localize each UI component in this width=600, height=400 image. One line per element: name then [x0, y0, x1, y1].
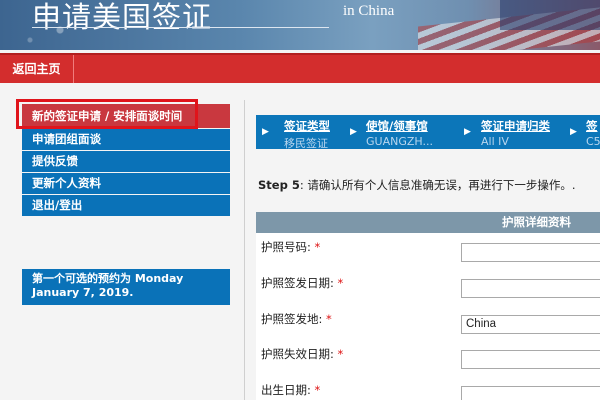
page-title: 申请美国签证: [32, 0, 213, 34]
sidebar-item-new-application[interactable]: 新的签证申请 / 安排面谈时间: [22, 104, 230, 128]
passport-form: 护照号码: * 护照签发日期: * 护照签发地: * China 护照失效日期:…: [256, 233, 600, 400]
form-row-issue-place: 护照签发地: * China: [256, 305, 600, 341]
chevron-right-icon: ▶: [350, 127, 357, 137]
section-header: 护照详细资料: [256, 212, 600, 233]
field-label: 护照签发日期: *: [261, 276, 344, 290]
required-mark: *: [337, 347, 344, 361]
step-text: : 请确认所有个人信息准确无误，再进行下一步操作。.: [299, 178, 576, 192]
form-row-expiry-date: 护照失效日期: *: [256, 340, 600, 376]
flag-canton: [500, 0, 600, 30]
form-row-birth-date: 出生日期: *: [256, 376, 600, 400]
sidebar-item-group-interview[interactable]: 申请团组面谈: [22, 129, 230, 150]
form-row-issue-date: 护照签发日期: *: [256, 269, 600, 305]
step-instruction: Step 5: 请确认所有个人信息准确无误，再进行下一步操作。.: [258, 177, 576, 193]
expiry-date-input[interactable]: [461, 350, 600, 369]
form-row-passport-number: 护照号码: *: [256, 233, 600, 269]
home-link[interactable]: 返回主页: [0, 55, 74, 83]
breadcrumb-value: All IV: [481, 135, 509, 148]
header-banner: 申请美国签证 in China: [0, 0, 600, 50]
field-label: 护照签发地: *: [261, 312, 332, 326]
chevron-right-icon: ▶: [464, 127, 471, 137]
appointment-note: 第一个可选的预约为 Monday January 7, 2019.: [22, 269, 230, 305]
breadcrumb-value: C5: [586, 135, 600, 148]
sidebar-item-update-profile[interactable]: 更新个人资料: [22, 173, 230, 194]
breadcrumb-value: GUANGZH...: [366, 135, 433, 148]
chevron-right-icon: ▶: [570, 127, 577, 137]
sidebar-item-logout[interactable]: 退出/登出: [22, 195, 230, 216]
chevron-right-icon: ▶: [262, 127, 269, 137]
required-mark: *: [337, 276, 344, 290]
required-mark: *: [326, 312, 332, 326]
birth-date-input[interactable]: [461, 386, 600, 400]
step-label: Step 5: [258, 178, 300, 192]
field-label: 护照失效日期: *: [261, 347, 344, 361]
passport-number-input[interactable]: [461, 243, 600, 262]
field-label: 出生日期: *: [261, 383, 321, 397]
sidebar-item-feedback[interactable]: 提供反馈: [22, 151, 230, 172]
field-label: 护照号码: *: [261, 240, 321, 254]
breadcrumb: ▶ 签证类型 移民签证 ▶ 使馆/领事馆 GUANGZH... ▶ 签证申请归类…: [256, 115, 600, 150]
page-subtitle: in China: [343, 3, 395, 19]
title-underline: [32, 27, 329, 28]
breadcrumb-title: 使馆/领事馆: [366, 119, 428, 133]
breadcrumb-title: 签证申请归类: [481, 119, 550, 133]
content-divider: [244, 100, 245, 400]
breadcrumb-title: 签证类型: [284, 119, 330, 133]
issue-place-input[interactable]: China: [461, 315, 600, 334]
issue-date-input[interactable]: [461, 279, 600, 298]
breadcrumb-title: 签: [586, 119, 598, 133]
sidebar-menu: 新的签证申请 / 安排面谈时间 申请团组面谈 提供反馈 更新个人资料 退出/登出: [22, 104, 230, 217]
top-nav-bar: 返回主页: [0, 53, 600, 83]
breadcrumb-value: 移民签证: [284, 137, 328, 150]
required-mark: *: [314, 240, 321, 254]
required-mark: *: [314, 383, 321, 397]
